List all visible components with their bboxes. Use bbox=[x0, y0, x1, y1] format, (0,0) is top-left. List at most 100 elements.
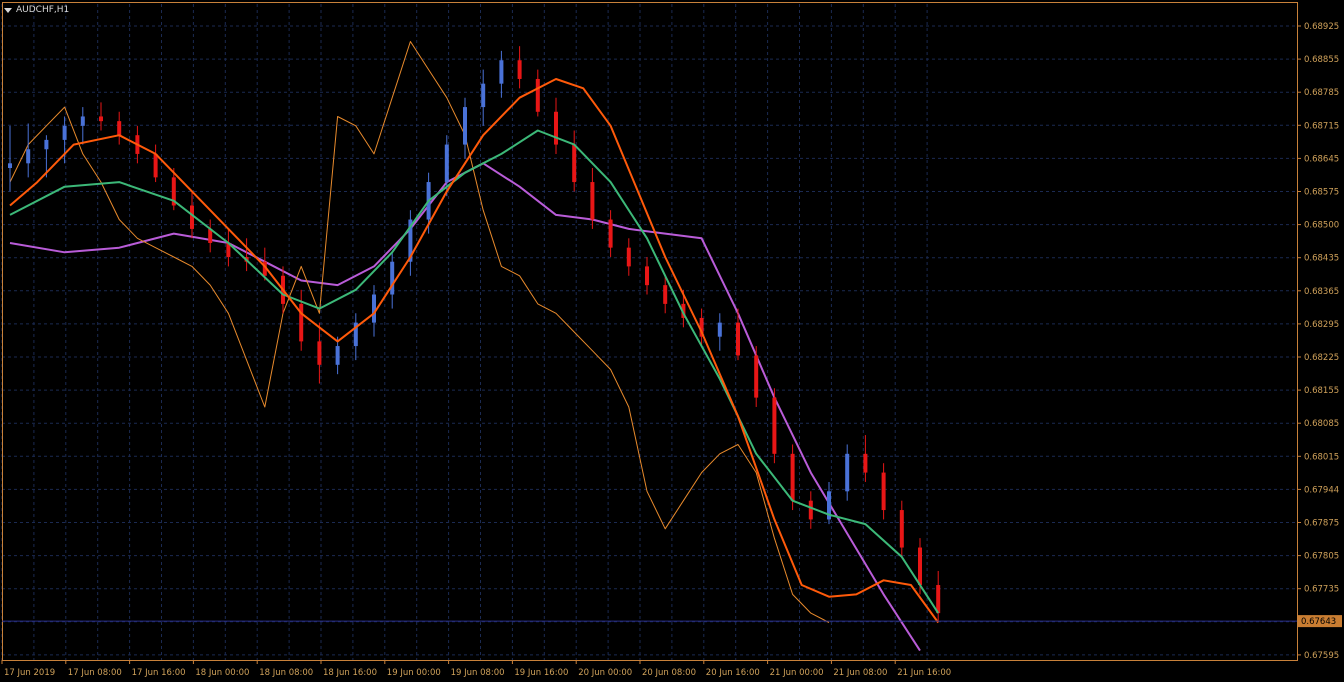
candle bbox=[936, 570, 941, 623]
candle-body bbox=[299, 303, 304, 342]
price-tick-label: 0.68500 bbox=[1304, 221, 1339, 231]
candle-body bbox=[590, 182, 595, 220]
candle-body bbox=[717, 322, 722, 337]
time-tick-label: 20 Jun 16:00 bbox=[706, 668, 760, 678]
price-tick-label: 0.67944 bbox=[1304, 485, 1339, 495]
candle bbox=[226, 228, 231, 267]
candle bbox=[754, 346, 759, 407]
price-tick-label: 0.68295 bbox=[1304, 320, 1339, 330]
price-tick-label: 0.68085 bbox=[1304, 419, 1339, 429]
time-axis[interactable]: 17 Jun 2019 17 Jun 08:00 17 Jun 16:00 18 Ju… bbox=[1, 660, 951, 678]
ma-fast-layer bbox=[9, 78, 940, 624]
time-tick-label: 21 Jun 16:00 bbox=[897, 668, 951, 678]
price-tick-label: 0.67805 bbox=[1304, 552, 1339, 562]
candle bbox=[899, 500, 904, 557]
ma-medium-layer bbox=[9, 129, 940, 614]
candle-body bbox=[153, 153, 158, 178]
candle bbox=[772, 388, 777, 464]
price-line-layer bbox=[9, 41, 830, 623]
chart-frame bbox=[2, 2, 1298, 661]
candle-body bbox=[645, 266, 649, 286]
chart-canvas[interactable]: 0.68925 0.68855 0.68785 0.68715 0.68645 0.685… bbox=[0, 0, 1344, 682]
time-tick-label: 18 Jun 00:00 bbox=[195, 668, 249, 678]
candle-body bbox=[80, 116, 85, 126]
time-tick-label: 20 Jun 08:00 bbox=[642, 668, 696, 678]
candles-layer bbox=[8, 46, 941, 623]
ma-fast-line bbox=[9, 78, 940, 624]
candle-body bbox=[335, 346, 340, 365]
ma-slow-layer bbox=[9, 162, 921, 652]
candle bbox=[499, 50, 504, 98]
time-tick-label: 21 Jun 08:00 bbox=[833, 668, 887, 678]
candle-body bbox=[845, 453, 850, 492]
candle-body bbox=[99, 116, 103, 122]
candle-body bbox=[626, 247, 631, 267]
candle-body bbox=[372, 294, 376, 323]
candle bbox=[717, 313, 722, 351]
price-tick-label: 0.68785 bbox=[1304, 88, 1339, 98]
candle bbox=[26, 123, 31, 178]
candle bbox=[535, 69, 540, 117]
time-tick-label: 17 Jun 2019 bbox=[4, 668, 55, 678]
price-tick-label: 0.68155 bbox=[1304, 386, 1339, 396]
candle-body bbox=[44, 139, 49, 150]
current-price-value: 0.67643 bbox=[1301, 617, 1336, 627]
candle bbox=[881, 463, 886, 520]
candle bbox=[80, 107, 85, 145]
candle bbox=[463, 97, 467, 159]
candle bbox=[481, 69, 486, 126]
candle bbox=[153, 144, 158, 183]
price-tick-label: 0.67595 bbox=[1304, 651, 1339, 661]
candle bbox=[572, 130, 577, 192]
candle-body bbox=[499, 60, 504, 84]
candle bbox=[626, 238, 631, 276]
candle-body bbox=[517, 60, 522, 79]
candle bbox=[408, 210, 413, 276]
chart-window[interactable]: 0.68925 0.68855 0.68785 0.68715 0.68645 0.685… bbox=[0, 0, 1344, 682]
price-tick-label: 0.68925 bbox=[1304, 22, 1339, 32]
time-tick-label: 17 Jun 08:00 bbox=[68, 668, 122, 678]
candle-body bbox=[62, 125, 67, 140]
price-axis[interactable]: 0.68925 0.68855 0.68785 0.68715 0.68645 0.685… bbox=[1297, 22, 1339, 661]
candle bbox=[299, 289, 304, 351]
candle-body bbox=[918, 547, 922, 586]
candle-body bbox=[881, 472, 886, 511]
price-tick-label: 0.68855 bbox=[1304, 55, 1339, 65]
candle-body bbox=[463, 107, 467, 145]
ma-medium-line bbox=[9, 129, 940, 614]
candle bbox=[390, 252, 395, 309]
plot-border bbox=[2, 2, 1298, 661]
price-close-line bbox=[9, 41, 830, 623]
candle bbox=[827, 481, 831, 525]
price-tick-label: 0.68225 bbox=[1304, 353, 1339, 363]
price-tick-label: 0.67875 bbox=[1304, 519, 1339, 529]
candle-body bbox=[26, 149, 31, 164]
candle bbox=[317, 322, 322, 384]
candle bbox=[663, 275, 668, 314]
price-tick-label: 0.68435 bbox=[1304, 254, 1339, 264]
price-tick-label: 0.67735 bbox=[1304, 585, 1339, 595]
candle-body bbox=[481, 83, 486, 108]
time-tick-label: 18 Jun 08:00 bbox=[259, 668, 313, 678]
candle-body bbox=[8, 163, 12, 168]
candle bbox=[244, 238, 249, 272]
candle bbox=[353, 313, 358, 361]
candle bbox=[608, 210, 613, 258]
time-tick-label: 20 Jun 00:00 bbox=[578, 668, 632, 678]
time-tick-label: 19 Jun 16:00 bbox=[514, 668, 568, 678]
chart-title-bar[interactable]: AUDCHF,H1 bbox=[4, 3, 69, 17]
price-tick-label: 0.68365 bbox=[1304, 287, 1339, 297]
candle-body bbox=[444, 144, 449, 183]
time-tick-label: 17 Jun 16:00 bbox=[132, 668, 186, 678]
triangle-down-icon[interactable] bbox=[4, 7, 12, 13]
candle bbox=[645, 257, 649, 295]
price-tick-label: 0.68015 bbox=[1304, 452, 1339, 462]
price-tick-label: 0.68715 bbox=[1304, 121, 1339, 131]
candle-body bbox=[936, 585, 941, 614]
candle bbox=[554, 97, 558, 154]
candle-body bbox=[736, 322, 740, 356]
candle-body bbox=[572, 144, 577, 183]
candle bbox=[863, 435, 868, 482]
price-tick-label: 0.68575 bbox=[1304, 188, 1339, 198]
candle-body bbox=[554, 111, 558, 145]
